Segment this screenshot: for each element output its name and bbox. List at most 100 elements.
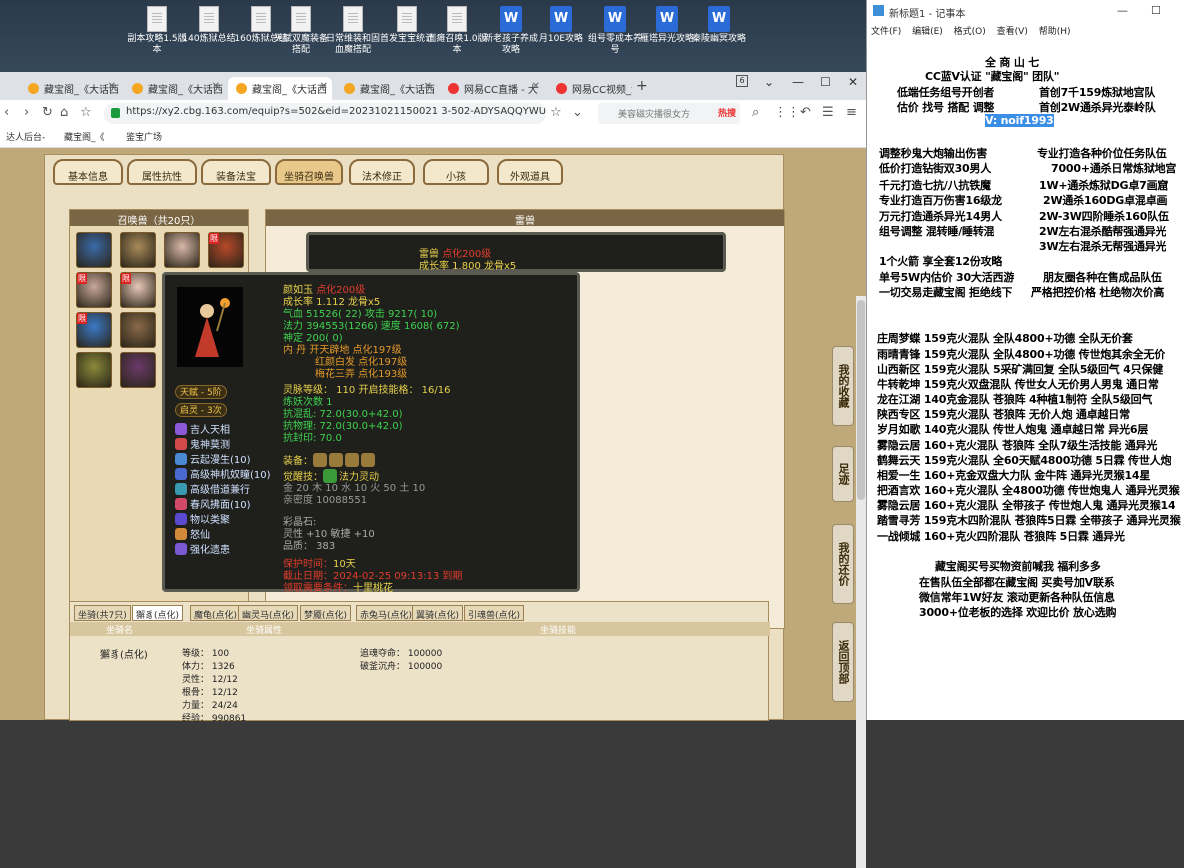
mount-tab[interactable]: 梦魇(点化) <box>300 605 352 621</box>
tab-mounts-summons[interactable]: 坐骑召唤兽 <box>275 159 343 185</box>
bookmark-item[interactable]: 鉴宝广场 <box>126 130 162 143</box>
close-tab-icon[interactable]: ✕ <box>320 81 328 92</box>
equip-slot-icon[interactable] <box>329 453 343 467</box>
summon-thumbnail[interactable] <box>76 352 112 388</box>
summon-tooltip-background: 雷兽 点化200级 成长率 1.800 龙骨x5 <box>306 232 726 272</box>
bookmark-item[interactable]: 达人后台- <box>6 130 45 143</box>
bookmark-item[interactable]: 藏宝阁_《 <box>64 130 105 143</box>
equip-slot-icon[interactable] <box>313 453 327 467</box>
tab-spells[interactable]: 法术修正 <box>349 159 415 185</box>
tab-label: 网易CC直播 - 大 <box>464 85 538 96</box>
back-to-top-button[interactable]: 返回顶部 <box>832 622 854 702</box>
mount-tab[interactable]: 赤兔马(点化) <box>356 605 417 621</box>
browser-tab[interactable]: 藏宝阁_《大话西 ✕ <box>124 77 224 100</box>
text-file-icon <box>251 6 271 32</box>
close-tab-icon[interactable]: ✕ <box>424 81 432 92</box>
browser-tab[interactable]: 藏宝阁_《大话西 ✕ <box>336 77 436 100</box>
desktop-file-icon[interactable]: W 秦陵幽冥攻略 <box>688 6 750 45</box>
scroll-thumb[interactable] <box>857 300 865 500</box>
notepad-line: 藏宝阁买号买物资前喊我 福利多多 <box>935 560 1101 573</box>
menu-icon[interactable]: ≡ <box>846 105 857 120</box>
summon-thumbnail[interactable]: 限 <box>76 272 112 308</box>
word-document-icon: W <box>656 6 678 32</box>
browser-tab[interactable]: 网易CC直播 - 大 ✕ <box>440 77 544 100</box>
maximize-icon[interactable]: ☐ <box>820 75 831 89</box>
notepad-line: 陕西专区 159克火混队 苍狼阵 无价人炮 通卓越日常 <box>877 408 1130 421</box>
summon-thumbnail[interactable] <box>120 352 156 388</box>
inner-dan-1: 内 丹 开天辟地 点化197级 <box>283 345 402 356</box>
history-icon[interactable]: ☰ <box>822 105 834 120</box>
tab-attributes[interactable]: 属性抗性 <box>127 159 197 185</box>
desktop-file-label: 日常维装和固血魔搭配 <box>325 34 380 55</box>
notepad-line: 估价 找号 搭配 调整 <box>897 101 995 114</box>
summon-thumbnail[interactable] <box>120 232 156 268</box>
browser-tab[interactable]: 网易CC视频_游戏 <box>548 77 632 100</box>
search-input[interactable]: 美容磁灾播很女方 热搜 <box>598 103 740 124</box>
extensions-icon[interactable]: ⋮⋮ <box>774 105 800 120</box>
minimize-icon[interactable]: — <box>1117 4 1128 17</box>
summon-thumbnail[interactable]: 限 <box>208 232 244 268</box>
my-favorites-button[interactable]: 我的收藏 <box>832 346 854 426</box>
menu-file[interactable]: 文件(F) <box>871 27 901 37</box>
tab-equipment[interactable]: 装备法宝 <box>201 159 271 185</box>
footprint-button[interactable]: 足迹 <box>832 446 854 502</box>
chevron-down-icon[interactable]: ⌄ <box>764 75 774 89</box>
search-icon[interactable]: ⌕ <box>752 105 759 120</box>
dropdown-icon[interactable]: ⌄ <box>572 105 583 120</box>
tab-appearance[interactable]: 外观道具 <box>497 159 563 185</box>
undo-icon[interactable]: ↶ <box>800 105 811 120</box>
tab-child[interactable]: 小孩 <box>423 159 489 185</box>
menu-format[interactable]: 格式(O) <box>954 27 986 37</box>
summon-thumbnail[interactable] <box>76 232 112 268</box>
equip-slot-icon[interactable] <box>345 453 359 467</box>
notepad-line: 雨晴青锋 159克火混队 全队4800+功德 传世炮其余全无价 <box>877 348 1166 361</box>
mount-tab[interactable]: 引魂兽(点化) <box>464 605 525 621</box>
summon-thumbnail[interactable] <box>120 312 156 348</box>
my-offers-button[interactable]: 我的还价 <box>832 524 854 604</box>
new-tab-button[interactable]: + <box>636 78 648 94</box>
menu-help[interactable]: 帮助(H) <box>1039 27 1071 37</box>
home-icon[interactable]: ⌂ <box>60 105 68 120</box>
star-icon[interactable]: ☆ <box>80 105 92 120</box>
desktop-file-icon[interactable]: 面瘫召唤1.0版本 <box>426 6 488 56</box>
mount-tab[interactable]: 幽灵马(点化) <box>238 605 299 621</box>
tab-bar: 藏宝阁_《大话西 ✕ 藏宝阁_《大话西 ✕ 藏宝阁_《大话西 ✕ 藏宝阁_《大话西 ✕ … <box>0 72 866 100</box>
browser-tab-active[interactable]: 藏宝阁_《大话西 ✕ <box>228 77 332 100</box>
close-tab-icon[interactable]: ✕ <box>108 81 116 92</box>
back-icon[interactable]: ‹ <box>4 105 9 120</box>
mount-tab[interactable]: 魔龟(点化) <box>190 605 242 621</box>
inspire-badge: 启灵 - 3次 <box>175 403 227 417</box>
reload-icon[interactable]: ↻ <box>42 105 53 120</box>
summon-thumbnail[interactable] <box>164 232 200 268</box>
browser-tab[interactable]: 藏宝阁_《大话西 ✕ <box>20 77 120 100</box>
bookmark-star-icon[interactable]: ☆ <box>550 105 562 120</box>
notepad-line: 3W左右混杀无帮强通异光 <box>1039 240 1167 253</box>
equip-slot-icon[interactable] <box>361 453 375 467</box>
skill-label: 鬼神莫测 <box>190 440 230 451</box>
menu-edit[interactable]: 编辑(E) <box>912 27 943 37</box>
mount-tab[interactable]: 坐骑(共7只) <box>74 605 131 621</box>
close-window-icon[interactable]: ✕ <box>848 75 858 89</box>
page-scrollbar[interactable] <box>856 296 866 868</box>
tab-label: 网易CC视频_游戏 <box>572 85 632 96</box>
desktop-file-icon[interactable]: 日常维装和固血魔搭配 <box>322 6 384 56</box>
hot-search-badge[interactable]: 热搜 <box>718 106 736 119</box>
maximize-icon[interactable]: ☐ <box>1151 4 1161 17</box>
close-tab-icon[interactable]: ✕ <box>532 81 540 92</box>
summon-thumbnail[interactable]: 限 <box>76 312 112 348</box>
notepad-line: CC蓝V认证 "藏宝阁" 团队" <box>925 70 1060 83</box>
menu-view[interactable]: 查看(V) <box>997 27 1028 37</box>
forward-icon[interactable]: › <box>24 105 29 120</box>
summon-mp: 法力 394553(1266) 速度 1608( 672) <box>283 321 460 332</box>
desktop-file-icon[interactable]: W 月10E攻略 <box>530 6 592 45</box>
close-tab-icon[interactable]: ✕ <box>212 81 220 92</box>
mount-tab[interactable]: 翼骑(点化) <box>412 605 464 621</box>
mount-tab[interactable]: 獬豸(点化) <box>132 605 184 621</box>
tab-count-badge[interactable]: 6 <box>736 75 748 87</box>
tab-basic-info[interactable]: 基本信息 <box>53 159 123 185</box>
summon-thumbnail[interactable]: 限 <box>120 272 156 308</box>
awaken-line: 觉醒技： 法力灵动 <box>283 469 379 484</box>
address-bar[interactable]: https://xy2.cbg.163.com/equip?s=502&eid=… <box>104 103 546 124</box>
minimize-icon[interactable]: — <box>792 75 804 89</box>
summon-level: 点化200级 <box>316 285 366 296</box>
